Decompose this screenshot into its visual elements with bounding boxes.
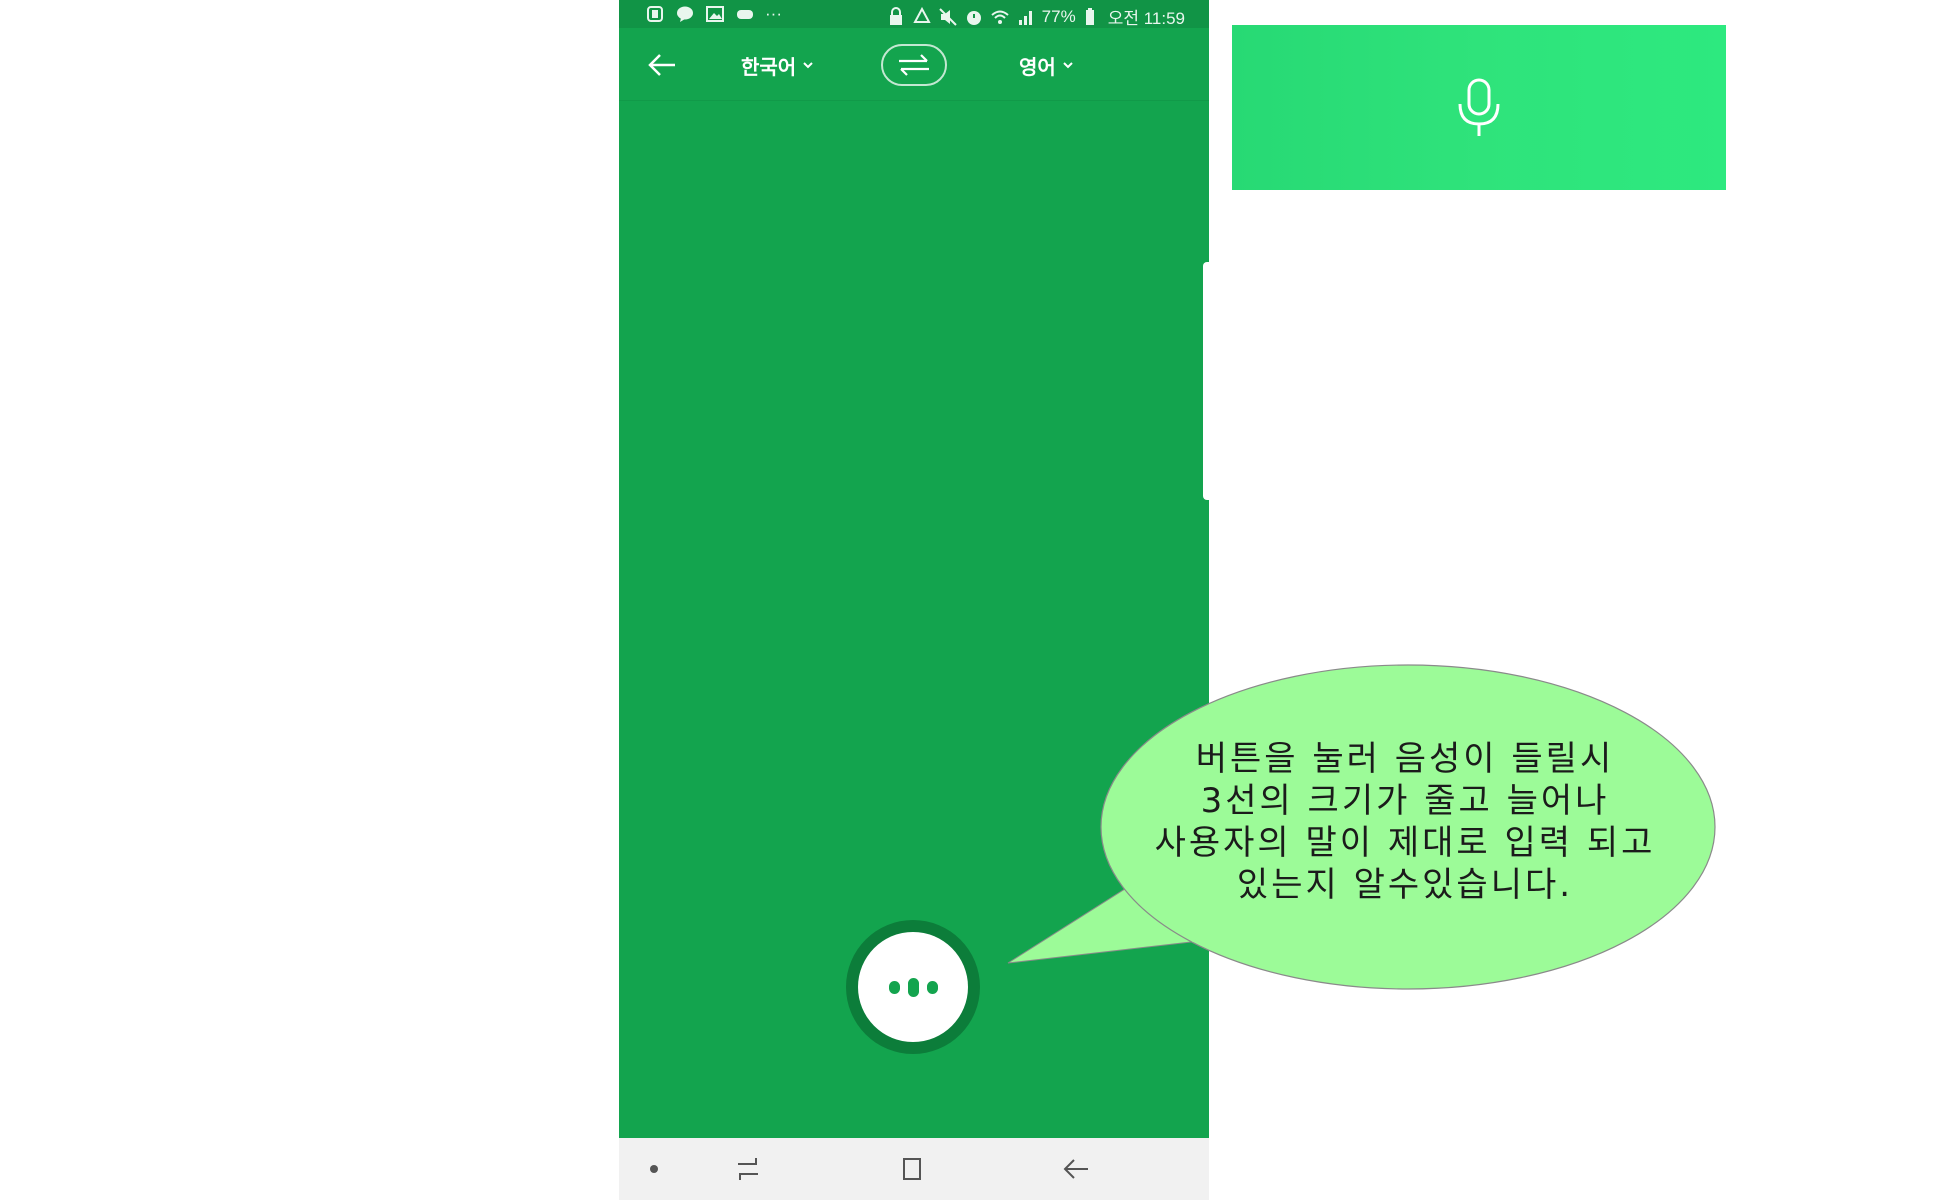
target-language-select[interactable]: 영어 [1019,50,1074,80]
lock-icon [886,6,906,27]
recycle-icon [912,6,932,27]
signal-icon [1016,7,1036,27]
dot-icon[interactable] [639,1154,669,1184]
battery-icon [1082,7,1102,27]
back-button[interactable] [645,48,679,82]
home-icon[interactable] [897,1154,927,1184]
swap-languages-button[interactable] [881,44,947,86]
voice-input-button[interactable] [858,932,968,1042]
chevron-down-icon [802,59,814,71]
status-bar: ··· 77% 오전 11:59 [619,0,1209,28]
voice-banner [1232,25,1726,190]
phone-screen: ··· 77% 오전 11:59 한국어 영어 [619,0,1209,1200]
alarm-icon [964,7,984,27]
source-language-select[interactable]: 한국어 [741,50,814,80]
system-nav-bar [619,1138,1209,1200]
bubble-line: 있는지 알수있습니다. [1236,865,1574,905]
bubble-line: 사용자의 말이 제대로 입력 되고 [1154,823,1656,863]
voice-level-bar [888,980,900,994]
swap-icon [899,54,929,76]
bubble-line: 버튼을 눌러 음성이 들릴시 [1195,739,1615,779]
mute-icon [938,7,958,27]
status-time: 오전 11:59 [1107,9,1185,28]
voice-level-bar [926,980,938,994]
microphone-icon [1458,78,1500,136]
back-icon[interactable] [1061,1154,1091,1184]
game-icon [735,4,755,24]
recent-apps-icon[interactable] [733,1154,763,1184]
chat-icon [675,4,695,24]
chevron-down-icon [1062,59,1074,71]
speech-bubble-text: 버튼을 눌러 음성이 들릴시 3선의 크기가 줄고 늘어나 사용자의 말이 제대… [1115,738,1695,906]
status-left-icons: ··· [645,4,782,24]
voice-level-bar [907,977,919,997]
battery-percent: 77% [1041,6,1076,26]
edge-panel-handle[interactable] [1203,262,1209,500]
app-bar: 한국어 영어 [619,28,1209,101]
target-language-label: 영어 [1019,54,1056,79]
wifi-icon [990,7,1010,27]
arrow-left-icon [648,54,675,76]
source-language-label: 한국어 [741,54,797,79]
gallery-icon [705,4,725,24]
bubble-line: 3선의 크기가 줄고 늘어나 [1200,781,1610,821]
status-right-icons: 77% 오전 11:59 [886,4,1185,29]
status-overflow: ··· [765,4,782,23]
office-icon [645,4,665,24]
